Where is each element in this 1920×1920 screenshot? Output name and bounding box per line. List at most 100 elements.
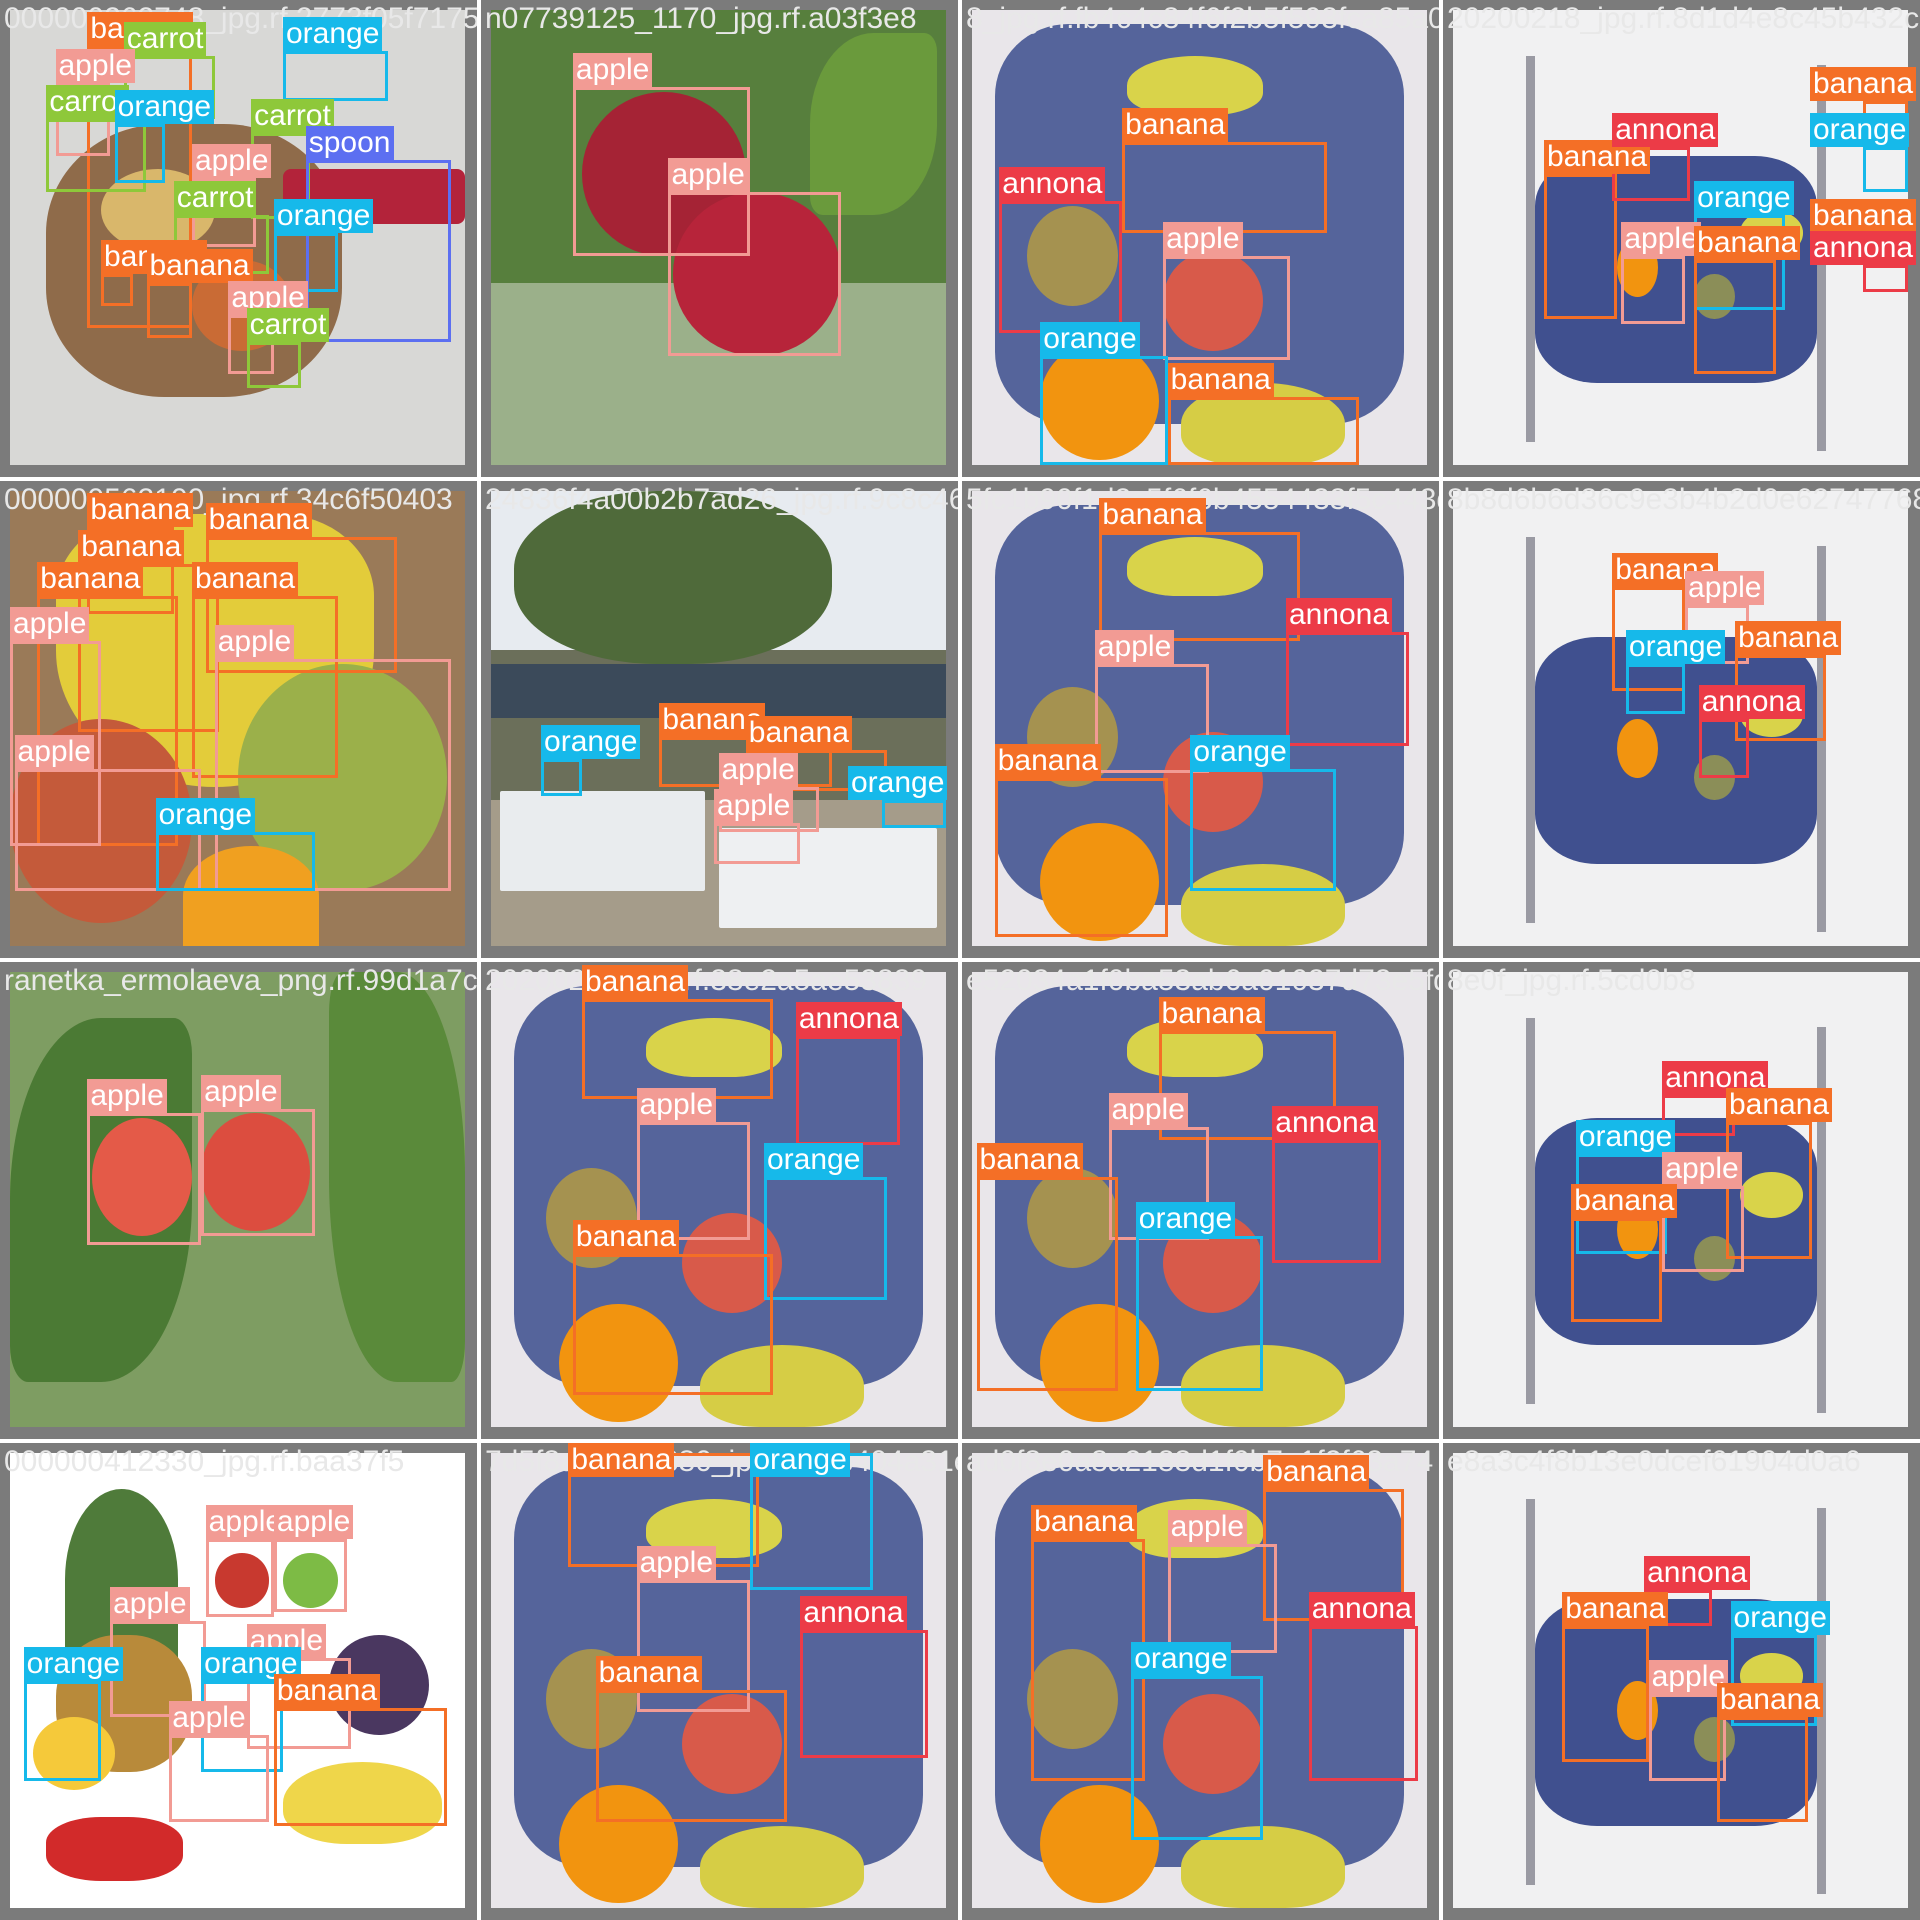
tile-filename: e52034a1f0ba53ab6a01037d73e5fd29 — [966, 964, 1439, 997]
class-label: apple — [713, 789, 794, 824]
bounding-box — [146, 283, 192, 338]
class-label: banana — [1031, 1505, 1138, 1540]
mosaic-tile: ad0f8e0a8a2188d1f0b7e1f2f63a74 banana appl… — [962, 1443, 1439, 1920]
photo-region — [328, 972, 465, 1382]
bounding-box — [582, 999, 774, 1100]
detection-mosaic: 000000262748_jpg.rf.2773f05f7175106f0fd9… — [0, 0, 1920, 1920]
class-label: apple — [14, 734, 94, 769]
class-label: orange — [1625, 629, 1726, 664]
bounding-box — [1163, 255, 1291, 361]
class-label: banana — [78, 529, 185, 564]
bounding-box — [572, 1254, 774, 1396]
class-label: apple — [636, 1088, 716, 1123]
class-label: apple — [718, 752, 798, 787]
class-label: spoon — [305, 126, 394, 161]
class-label: banana — [1726, 1088, 1833, 1123]
class-label: annona — [1272, 1106, 1379, 1141]
bounding-box — [246, 342, 302, 388]
class-label: annona — [1285, 598, 1393, 633]
bounding-box — [1308, 1625, 1418, 1781]
photo-region — [1525, 1017, 1535, 1405]
class-label: banana — [745, 716, 852, 751]
bounding-box — [1272, 1140, 1382, 1264]
class-label: banana — [87, 493, 194, 528]
bounding-box — [1167, 1544, 1277, 1654]
class-label: apple — [1094, 629, 1175, 664]
bounding-box — [595, 1689, 787, 1822]
tile-filename: ranetka_ermolaeva_png.rf.99d1a7c — [4, 964, 477, 997]
class-label: apple — [1662, 1151, 1742, 1186]
bounding-box — [1122, 141, 1327, 233]
tile-filename: n07739125_1170_jpg.rf.a03f3e8 — [485, 2, 917, 35]
class-label: apple — [273, 1505, 354, 1540]
tile-filename: 8_jpg.rf.fb4c4c84f6f2b5f593fca85a0e — [966, 2, 1439, 35]
mosaic-tile: 8e0f_jpg.rf.5cd0b8 annona orange banana appl… — [1443, 962, 1920, 1439]
class-label: orange — [114, 89, 215, 124]
class-label: banana — [1735, 620, 1842, 655]
class-label: banana — [146, 249, 253, 283]
tile-filename: 8b8d6b6d36c9e3b4b2d0e627477681fe — [1447, 483, 1920, 516]
bounding-box — [541, 759, 582, 796]
bounding-box — [273, 1539, 347, 1613]
class-label: banana — [1810, 67, 1917, 101]
bounding-box — [999, 201, 1123, 334]
bounding-box — [1648, 1694, 1726, 1781]
class-label: orange — [1810, 112, 1910, 147]
bounding-box — [1099, 531, 1300, 642]
tile-filename: 24836f4a00b2b7ad26_jpg.rf.9c8c46 — [485, 483, 958, 516]
mosaic-tile: 8b8d6b6d36c9e3b4b2d0e627477681fe banana ap… — [1443, 481, 1920, 958]
class-label: orange — [1694, 180, 1794, 215]
photo-region — [1525, 536, 1535, 924]
class-label: carrot — [246, 308, 330, 343]
tile-filename: 8e0f_jpg.rf.5cd0b8 — [1447, 964, 1696, 997]
bounding-box — [1625, 663, 1686, 714]
class-label: banana — [1571, 1183, 1678, 1218]
bounding-box — [114, 123, 165, 183]
class-label: annona — [1698, 684, 1805, 719]
bounding-box — [1716, 1716, 1808, 1822]
class-label: orange — [1575, 1120, 1676, 1154]
bounding-box — [800, 1630, 928, 1758]
mosaic-tile: e52034a1f0ba53ab6a01037d73e5fd29 banana ap… — [962, 962, 1439, 1439]
mosaic-tile: e8a3c4f8b13e0dcef61904d0a6 annona banana or… — [1443, 1443, 1920, 1920]
class-label: apple — [1621, 221, 1701, 256]
class-label: banana — [37, 561, 144, 596]
bounding-box — [713, 823, 801, 865]
photo-region — [700, 1826, 865, 1908]
class-label: banana — [1167, 362, 1274, 397]
class-label: banana — [1263, 1455, 1370, 1490]
class-label: apple — [636, 1546, 716, 1581]
class-label: apple — [10, 607, 90, 642]
class-label: apple — [1685, 570, 1765, 605]
bounding-box — [1694, 260, 1777, 374]
bounding-box — [1131, 1675, 1264, 1840]
class-label: banana — [572, 1220, 679, 1255]
class-label: apple — [1163, 221, 1243, 256]
class-label: apple — [201, 1074, 281, 1109]
class-label: orange — [23, 1646, 124, 1681]
class-label: orange — [764, 1142, 864, 1177]
mosaic-tile: ranetka_ermolaeva_png.rf.99d1a7c apple app… — [0, 962, 477, 1439]
bounding-box — [976, 1176, 1118, 1391]
mosaic-tile: 000000412330_jpg.rf.baa37f5 apple apple app… — [0, 1443, 477, 1920]
photo-region — [1525, 1498, 1535, 1886]
mosaic-tile: 20200218_jpg.rf.8d1d4e8c45b432ccbcaabana… — [1443, 0, 1920, 477]
mosaic-tile: 000000262748_jpg.rf.2773f05f7175106f0fd9… — [0, 0, 477, 477]
bounding-box — [283, 50, 388, 101]
bounding-box — [1862, 146, 1908, 192]
bounding-box — [1135, 1235, 1264, 1391]
photo-region — [1817, 1026, 1827, 1414]
class-label: banana — [1122, 107, 1229, 142]
bounding-box — [273, 1707, 447, 1827]
class-label: orange — [273, 198, 374, 233]
bounding-box — [1040, 355, 1168, 465]
class-label: annona — [1612, 112, 1719, 147]
class-label: banana — [1562, 1591, 1669, 1626]
mosaic-tile: 5fc1b90f1d2c5f6f6b4554433f5c443d2aa53cba… — [962, 481, 1439, 958]
mosaic-tile: 8_jpg.rf.fb4c4c84f6f2b5f593fca85a0ebanan… — [962, 0, 1439, 477]
photo-region — [1616, 718, 1658, 778]
class-label: banana — [1694, 226, 1801, 261]
tile-filename: 000000412330_jpg.rf.baa37f5 — [4, 1445, 405, 1478]
bounding-box — [101, 273, 133, 306]
bounding-box — [1862, 264, 1908, 293]
